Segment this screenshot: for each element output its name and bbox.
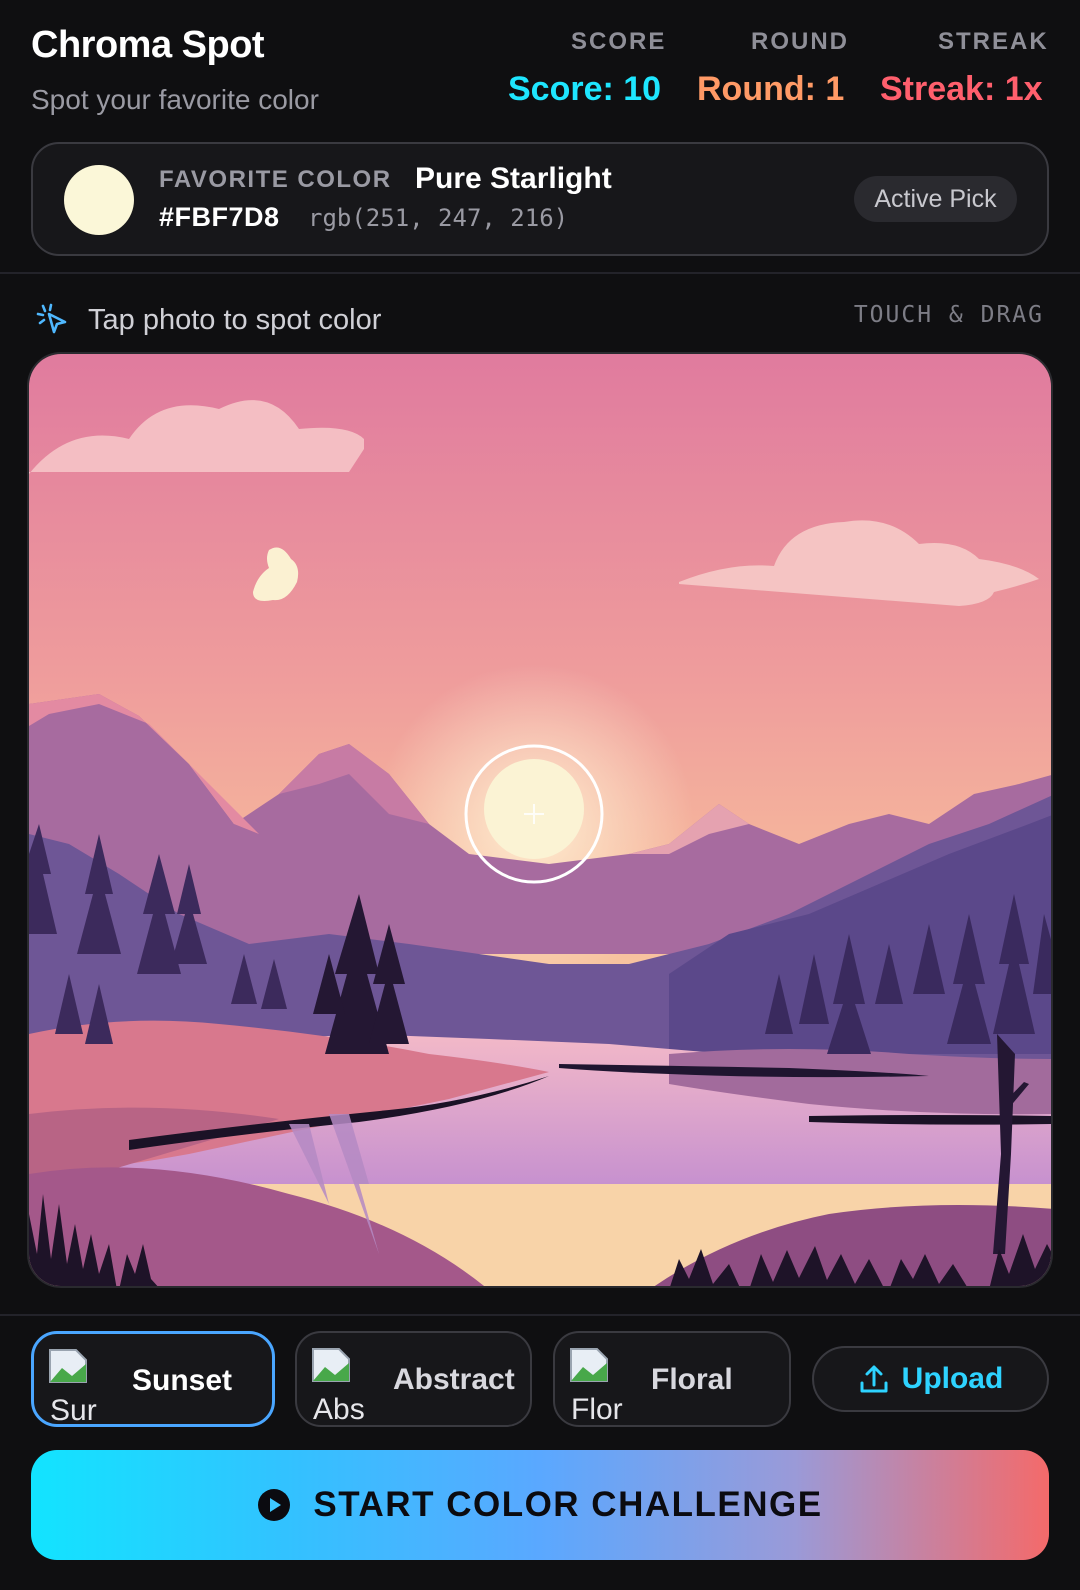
upload-button[interactable]: Upload: [812, 1346, 1049, 1412]
broken-image-alt-text: Flor: [571, 1393, 623, 1426]
pointer-click-icon: [36, 303, 67, 334]
active-pick-badge: Active Pick: [854, 176, 1017, 222]
header-divider: [0, 272, 1080, 274]
upload-icon: [860, 1365, 888, 1393]
score-value: Score: 10: [508, 70, 662, 108]
theme-chip-label: Floral: [651, 1363, 733, 1396]
favorite-color-rgb: rgb(251, 247, 216): [308, 204, 569, 232]
broken-image-alt-text: Sur: [50, 1394, 97, 1427]
start-button-label: START COLOR CHALLENGE: [313, 1485, 823, 1524]
photo-canvas[interactable]: [27, 352, 1053, 1288]
favorite-color-card: FAVORITE COLOR Pure Starlight #FBF7D8 rg…: [31, 142, 1049, 256]
broken-image-alt-text: Abs: [313, 1393, 365, 1426]
score-label: SCORE: [571, 28, 667, 55]
favorite-color-label: FAVORITE COLOR: [159, 166, 392, 193]
theme-chip-sunset[interactable]: Sur Sunset: [31, 1331, 275, 1427]
favorite-color-name: Pure Starlight: [415, 162, 612, 195]
streak-label: STREAK: [938, 28, 1049, 55]
tap-instruction: Tap photo to spot color: [36, 300, 381, 340]
favorite-color-hex: #FBF7D8: [159, 202, 280, 232]
favorite-color-swatch: [64, 165, 134, 235]
app-title: Chroma Spot: [31, 24, 265, 66]
round-label: ROUND: [751, 28, 849, 55]
touch-drag-hint: TOUCH & DRAG: [853, 302, 1044, 328]
app-subtitle: Spot your favorite color: [31, 84, 319, 115]
round-value: Round: 1: [697, 70, 845, 108]
streak-value: Streak: 1x: [880, 70, 1043, 108]
theme-chip-floral[interactable]: Flor Floral: [553, 1331, 791, 1427]
theme-chip-label: Sunset: [132, 1364, 233, 1397]
play-icon: [258, 1489, 291, 1521]
app-screen: Chroma Spot Spot your favorite color SCO…: [0, 0, 1080, 1590]
tap-instruction-text: Tap photo to spot color: [88, 303, 382, 336]
footer-divider: [0, 1314, 1080, 1316]
upload-button-label: Upload: [901, 1362, 1004, 1395]
theme-chip-label: Abstract: [393, 1363, 515, 1396]
start-color-challenge-button[interactable]: START COLOR CHALLENGE: [31, 1450, 1049, 1560]
theme-chip-abstract[interactable]: Abs Abstract: [295, 1331, 532, 1427]
sunset-landscape-image[interactable]: [29, 354, 1053, 1288]
